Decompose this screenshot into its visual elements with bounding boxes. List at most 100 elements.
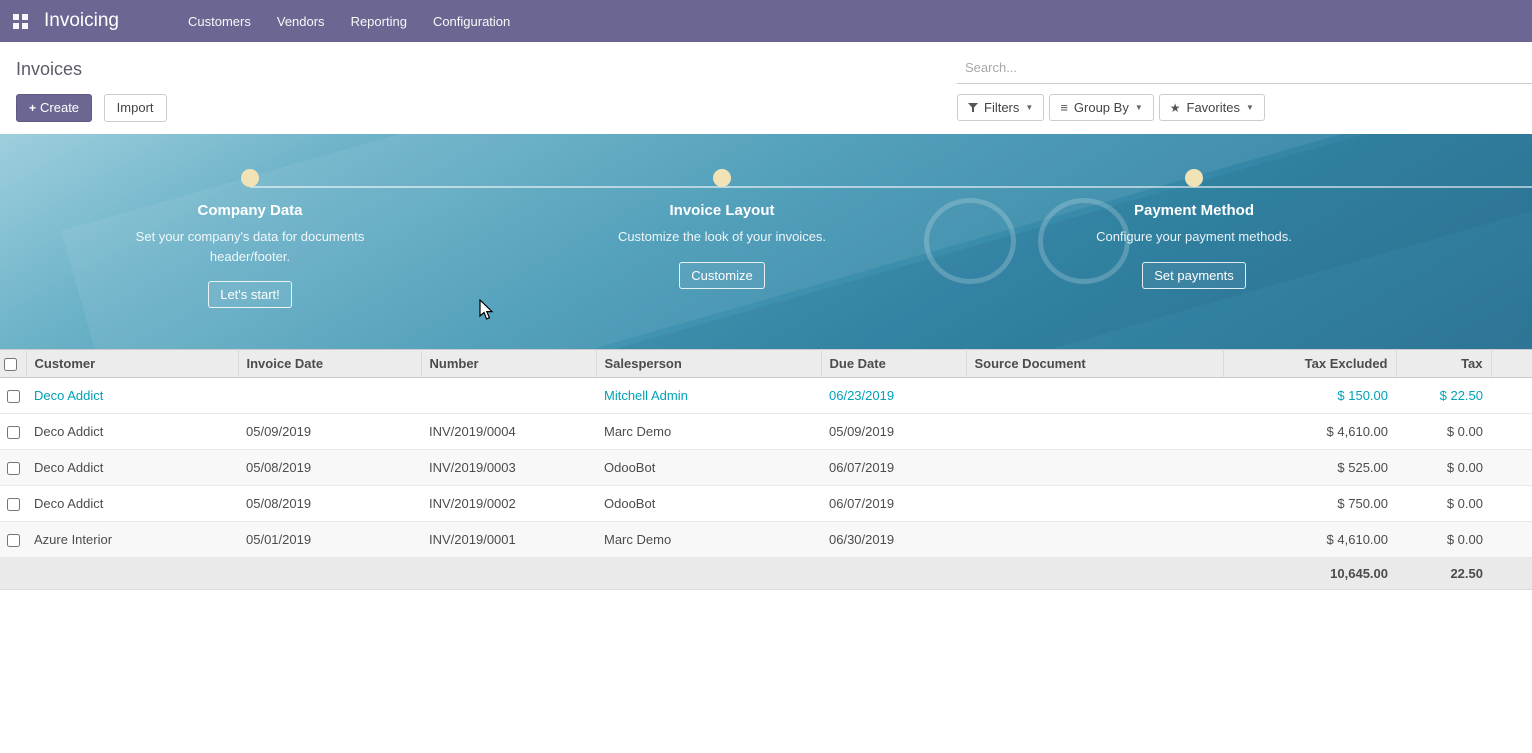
onboarding-step-payment-method: Payment Method Configure your payment me…	[958, 169, 1430, 308]
cell-number: INV/2019/0003	[421, 450, 596, 486]
favorites-button[interactable]: ★ Favorites ▼	[1159, 94, 1265, 121]
menu-reporting[interactable]: Reporting	[338, 0, 420, 42]
table-row[interactable]: Deco Addict Mitchell Admin 06/23/2019 $ …	[0, 378, 1532, 414]
step-dot	[713, 169, 731, 187]
create-button-label: Create	[40, 100, 79, 115]
step-dot	[1185, 169, 1203, 187]
menu-vendors[interactable]: Vendors	[264, 0, 338, 42]
cell-customer: Azure Interior	[26, 522, 238, 558]
onboarding-step-invoice-layout: Invoice Layout Customize the look of you…	[486, 169, 958, 308]
step-description: Set your company's data for documents he…	[120, 227, 380, 266]
group-by-icon: ≡	[1060, 101, 1068, 114]
cell-source-document	[966, 486, 1223, 522]
group-by-button-label: Group By	[1074, 100, 1129, 115]
cell-number: INV/2019/0002	[421, 486, 596, 522]
cell-customer: Deco Addict	[26, 414, 238, 450]
cell-salesperson: OdooBot	[596, 486, 821, 522]
chevron-down-icon: ▼	[1135, 104, 1143, 112]
table-row[interactable]: Azure Interior 05/01/2019 INV/2019/0001 …	[0, 522, 1532, 558]
table-totals-row: 10,645.00 22.50	[0, 558, 1532, 590]
cell-tax: $ 0.00	[1396, 450, 1491, 486]
cell-spacer	[1491, 486, 1532, 522]
row-checkbox[interactable]	[7, 534, 20, 547]
favorites-button-label: Favorites	[1187, 100, 1240, 115]
cell-salesperson: Marc Demo	[596, 522, 821, 558]
column-header-spacer	[1491, 350, 1532, 378]
apps-menu-icon[interactable]	[0, 0, 40, 42]
row-checkbox[interactable]	[7, 498, 20, 511]
chevron-down-icon: ▼	[1025, 104, 1033, 112]
column-header-number[interactable]: Number	[421, 350, 596, 378]
column-header-due-date[interactable]: Due Date	[821, 350, 966, 378]
cell-salesperson: Marc Demo	[596, 414, 821, 450]
cell-tax-excluded: $ 4,610.00	[1223, 414, 1396, 450]
cell-tax-excluded: $ 750.00	[1223, 486, 1396, 522]
plus-icon: +	[29, 101, 36, 115]
step-description: Configure your payment methods.	[1064, 227, 1324, 247]
menu-configuration[interactable]: Configuration	[420, 0, 523, 42]
import-button-label: Import	[117, 100, 154, 115]
filters-button-label: Filters	[984, 100, 1019, 115]
create-button[interactable]: + Create	[16, 94, 92, 122]
cell-due-date: 06/07/2019	[821, 486, 966, 522]
cell-invoice-date	[238, 378, 421, 414]
cell-source-document	[966, 450, 1223, 486]
column-header-tax[interactable]: Tax	[1396, 350, 1491, 378]
app-title[interactable]: Invoicing	[44, 10, 119, 32]
row-checkbox[interactable]	[7, 462, 20, 475]
onboarding-step-company-data: Company Data Set your company's data for…	[14, 169, 486, 308]
lets-start-button[interactable]: Let's start!	[208, 281, 292, 308]
set-payments-button[interactable]: Set payments	[1142, 262, 1246, 289]
star-icon: ★	[1170, 102, 1181, 114]
row-select-cell	[0, 378, 26, 414]
control-panel: Invoices + Create Import Filters ▼ ≡ Grou…	[0, 42, 1532, 134]
apps-grid-icon	[13, 14, 28, 29]
search-input[interactable]	[957, 54, 1532, 84]
cell-salesperson: Mitchell Admin	[596, 378, 821, 414]
cell-invoice-date: 05/01/2019	[238, 522, 421, 558]
table-row[interactable]: Deco Addict 05/08/2019 INV/2019/0002 Odo…	[0, 486, 1532, 522]
row-checkbox[interactable]	[7, 426, 20, 439]
column-header-tax-excluded[interactable]: Tax Excluded	[1223, 350, 1396, 378]
column-header-source-document[interactable]: Source Document	[966, 350, 1223, 378]
cell-due-date: 05/09/2019	[821, 414, 966, 450]
cell-due-date: 06/30/2019	[821, 522, 966, 558]
step-dot	[241, 169, 259, 187]
cell-salesperson: OdooBot	[596, 450, 821, 486]
cell-spacer	[1491, 522, 1532, 558]
cell-tax-excluded: $ 4,610.00	[1223, 522, 1396, 558]
onboarding-banner: Company Data Set your company's data for…	[0, 134, 1532, 349]
cell-invoice-date: 05/08/2019	[238, 486, 421, 522]
totals-spacer	[0, 558, 26, 590]
table-row[interactable]: Deco Addict 05/09/2019 INV/2019/0004 Mar…	[0, 414, 1532, 450]
total-tax-excluded: 10,645.00	[1223, 558, 1396, 590]
totals-spacer	[26, 558, 1223, 590]
page-title: Invoices	[16, 59, 82, 80]
cell-tax: $ 0.00	[1396, 414, 1491, 450]
cell-due-date: 06/07/2019	[821, 450, 966, 486]
cell-invoice-date: 05/08/2019	[238, 450, 421, 486]
cell-tax-excluded: $ 150.00	[1223, 378, 1396, 414]
select-all-checkbox[interactable]	[4, 358, 17, 371]
select-all-cell	[0, 350, 26, 378]
column-header-salesperson[interactable]: Salesperson	[596, 350, 821, 378]
customize-button[interactable]: Customize	[679, 262, 764, 289]
group-by-button[interactable]: ≡ Group By ▼	[1049, 94, 1153, 121]
cell-tax: $ 0.00	[1396, 522, 1491, 558]
menu-customers[interactable]: Customers	[175, 0, 264, 42]
table-header-row: Customer Invoice Date Number Salesperson…	[0, 350, 1532, 378]
column-header-customer[interactable]: Customer	[26, 350, 238, 378]
table-row[interactable]: Deco Addict 05/08/2019 INV/2019/0003 Odo…	[0, 450, 1532, 486]
cell-source-document	[966, 522, 1223, 558]
cell-tax-excluded: $ 525.00	[1223, 450, 1396, 486]
row-checkbox[interactable]	[7, 390, 20, 403]
import-button[interactable]: Import	[104, 94, 167, 122]
filters-button[interactable]: Filters ▼	[957, 94, 1044, 121]
navbar-menu: Customers Vendors Reporting Configuratio…	[175, 0, 523, 42]
column-header-invoice-date[interactable]: Invoice Date	[238, 350, 421, 378]
cell-customer: Deco Addict	[26, 378, 238, 414]
search-bar	[957, 54, 1532, 84]
cell-spacer	[1491, 414, 1532, 450]
row-select-cell	[0, 414, 26, 450]
cell-source-document	[966, 414, 1223, 450]
